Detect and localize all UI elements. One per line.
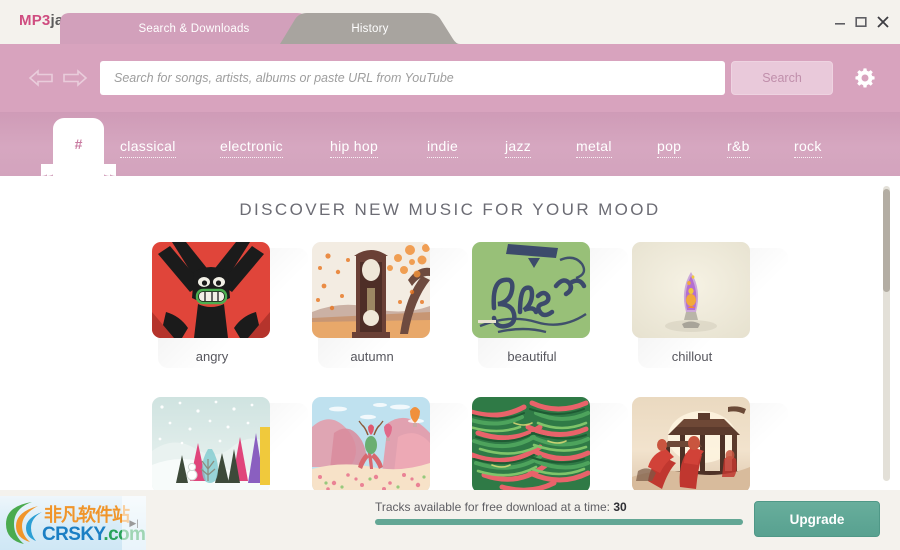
title-bar: MP3jam Search & Downloads History: [0, 0, 900, 44]
thumbnail-wrap: [632, 242, 788, 368]
gear-icon[interactable]: [854, 67, 876, 89]
mood-thumbnail-temple: [632, 397, 750, 490]
tracks-available-label: Tracks available for free download at a …: [375, 500, 627, 514]
thumbnail-wrap: [152, 242, 308, 368]
watermark-crsky: CRSKY: [42, 524, 104, 545]
mood-thumbnail-chillout: [632, 242, 750, 338]
thumbnail-wrap: [312, 242, 468, 368]
search-input[interactable]: [100, 61, 725, 95]
mood-thumbnail-deer: [312, 397, 430, 490]
tracks-available-count: 30: [613, 500, 627, 514]
scrollbar-track[interactable]: [883, 186, 890, 481]
thumbnail-wrap: [472, 242, 628, 368]
genre-tab-pop[interactable]: pop: [657, 138, 682, 158]
arrow-left-icon[interactable]: [28, 68, 54, 88]
mood-label: angry: [195, 349, 229, 364]
close-icon[interactable]: [875, 14, 891, 30]
mood-label: beautiful: [507, 349, 557, 364]
scrollbar-thumb[interactable]: [883, 189, 890, 292]
mood-card-row2-2[interactable]: [312, 397, 468, 490]
mood-row: angry autumn beautiful chillout: [140, 242, 788, 397]
mood-thumbnail-beautiful: [472, 242, 590, 338]
page-title: DISCOVER NEW MUSIC FOR YOUR MOOD: [239, 200, 661, 219]
search-button[interactable]: Search: [731, 61, 833, 95]
app-window: MP3jam Search & Downloads History: [0, 0, 900, 550]
mood-thumbnail-winter: [152, 397, 270, 490]
genre-tab-indie[interactable]: indie: [427, 138, 459, 158]
thumbnail-wrap: [312, 397, 468, 490]
upgrade-button[interactable]: Upgrade: [754, 501, 880, 537]
progress-fill: [375, 519, 743, 525]
thumbnail-wrap: [152, 397, 308, 490]
genre-tab-hip-hop[interactable]: hip hop: [330, 138, 379, 158]
content-area: DISCOVER NEW MUSIC FOR YOUR MOOD angry a…: [0, 176, 900, 490]
mood-card-autumn[interactable]: autumn: [312, 242, 468, 368]
genre-tab-hash[interactable]: #: [41, 118, 116, 176]
maximize-icon[interactable]: [853, 14, 869, 30]
mood-card-beautiful[interactable]: beautiful: [472, 242, 628, 368]
mood-row: [140, 397, 788, 490]
genre-tab-label: #: [74, 136, 83, 152]
mood-grid: angry autumn beautiful chillout: [140, 242, 788, 490]
progress-track: [375, 519, 743, 525]
crsky-logo-icon: [6, 502, 42, 544]
mood-card-row2-3[interactable]: [472, 397, 628, 490]
mood-card-row2-4[interactable]: [632, 397, 788, 490]
thumbnail-wrap: [472, 397, 628, 490]
tab-label: History: [351, 23, 389, 35]
arrow-right-icon[interactable]: [62, 68, 88, 88]
mood-card-row2-1[interactable]: [152, 397, 308, 490]
tracks-available-text: Tracks available for free download at a …: [375, 500, 611, 514]
genre-tab-metal[interactable]: metal: [576, 138, 612, 158]
tab-history[interactable]: History: [280, 13, 460, 44]
genre-tab-rnb[interactable]: r&b: [727, 138, 750, 158]
minimize-icon[interactable]: [832, 14, 848, 30]
mood-thumbnail-autumn: [312, 242, 430, 338]
thumbnail-wrap: [632, 397, 788, 490]
mood-card-chillout[interactable]: chillout: [632, 242, 788, 368]
mood-thumbnail-leaves: [472, 397, 590, 490]
mood-label: chillout: [671, 349, 713, 364]
mood-thumbnail-angry: [152, 242, 270, 338]
mood-label: autumn: [350, 349, 394, 364]
genre-tab-rock[interactable]: rock: [794, 138, 822, 158]
mood-card-angry[interactable]: angry: [152, 242, 308, 368]
genre-tab-electronic[interactable]: electronic: [220, 138, 283, 158]
logo-mp3: MP3: [19, 12, 51, 29]
watermark-overlay: 非凡软件站 CRSKY.com ▶|: [0, 496, 146, 550]
play-icon: ▶|: [122, 496, 146, 550]
genre-tab-classical[interactable]: classical: [120, 138, 176, 158]
genre-tab-jazz[interactable]: jazz: [505, 138, 532, 158]
